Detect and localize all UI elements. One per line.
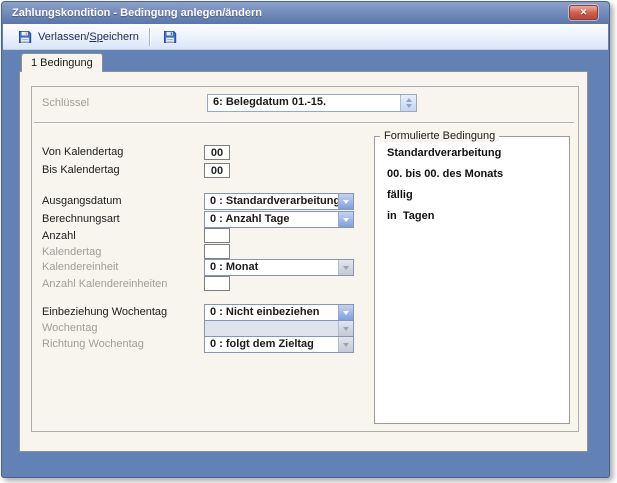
anzahl-label: Anzahl — [42, 230, 76, 242]
richtung-wochentag-label: Richtung Wochentag — [42, 338, 144, 350]
von-kalendertag-input[interactable] — [204, 145, 230, 160]
von-kalendertag-label: Von Kalendertag — [42, 146, 124, 158]
toolbar-separator — [148, 27, 150, 46]
ausgangsdatum-dropdown[interactable]: 0 : Standardverarbeitung — [204, 193, 354, 210]
chevron-down-icon — [338, 212, 353, 227]
kalendereinheit-dropdown: 0 : Monat — [204, 259, 354, 276]
wochentag-label: Wochentag — [42, 322, 98, 334]
tab-content-panel: Schlüssel 6: Belegdatum 01.-15. Von Kale… — [19, 71, 588, 452]
close-button[interactable]: ✕ — [569, 5, 598, 20]
spinner-button[interactable] — [400, 95, 416, 111]
kalendereinheit-label: Kalendereinheit — [42, 261, 119, 273]
titlebar: Zahlungskondition - Bedingung anlegen/än… — [2, 2, 609, 24]
exit-save-label: Verlassen/Speichern — [38, 30, 139, 43]
ausgangsdatum-label: Ausgangsdatum — [42, 195, 122, 207]
screen: Zahlungskondition - Bedingung anlegen/än… — [0, 0, 617, 483]
richtung-wochentag-value: 0 : folgt dem Zieltag — [210, 338, 314, 350]
bis-kalendertag-label: Bis Kalendertag — [42, 164, 120, 176]
ausgangsdatum-value: 0 : Standardverarbeitung — [210, 195, 338, 207]
berechnungsart-label: Berechnungsart — [42, 213, 120, 225]
app-window: Zahlungskondition - Bedingung anlegen/än… — [1, 1, 610, 478]
save-icon — [162, 29, 178, 45]
condition-line: in Tagen — [387, 210, 435, 222]
schluessel-combo[interactable]: 6: Belegdatum 01.-15. — [207, 94, 417, 112]
chevron-down-icon — [338, 321, 353, 336]
schluessel-value: 6: Belegdatum 01.-15. — [213, 96, 327, 108]
kalendertag-input[interactable] — [204, 244, 230, 259]
spinner-up-icon — [405, 98, 412, 102]
chevron-down-icon — [338, 260, 353, 275]
spinner-down-icon — [405, 104, 412, 108]
anzahl-kalendereinheiten-input[interactable] — [204, 276, 230, 291]
chevron-down-icon — [338, 305, 353, 320]
anzahl-input[interactable] — [204, 228, 230, 243]
exit-save-button[interactable]: Verlassen/Speichern — [11, 26, 145, 48]
save-icon — [17, 29, 33, 45]
separator-line — [34, 122, 574, 123]
einbeziehung-wochentag-label: Einbeziehung Wochentag — [42, 306, 168, 318]
berechnungsart-value: 0 : Anzahl Tage — [210, 213, 290, 225]
condition-line: fällig — [387, 189, 413, 201]
anzahl-kalendereinheiten-label: Anzahl Kalendereinheiten — [42, 278, 168, 290]
einbeziehung-wochentag-dropdown[interactable]: 0 : Nicht einbeziehen — [204, 304, 354, 321]
berechnungsart-dropdown[interactable]: 0 : Anzahl Tage — [204, 211, 354, 228]
condition-line: Standardverarbeitung — [387, 147, 502, 159]
richtung-wochentag-dropdown: 0 : folgt dem Zieltag — [204, 336, 354, 353]
kalendertag-label: Kalendertag — [42, 246, 102, 258]
kalendereinheit-value: 0 : Monat — [210, 261, 259, 273]
einbeziehung-wochentag-value: 0 : Nicht einbeziehen — [210, 306, 320, 318]
schluessel-label: Schlüssel — [42, 97, 90, 109]
formulierte-bedingung-title: Formulierte Bedingung — [380, 130, 500, 142]
chevron-down-icon — [338, 194, 353, 209]
condition-line: 00. bis 00. des Monats — [387, 168, 504, 180]
tab-bedingung[interactable]: 1 Bedingung — [21, 53, 103, 72]
wochentag-dropdown — [204, 320, 354, 337]
wochentag-value — [205, 321, 338, 336]
toolbar: Verlassen/Speichern — [3, 24, 608, 50]
formulierte-bedingung-group: Formulierte Bedingung Standardverarbeitu… — [374, 130, 570, 424]
window-title: Zahlungskondition - Bedingung anlegen/än… — [12, 7, 262, 19]
chevron-down-icon — [338, 337, 353, 352]
bis-kalendertag-input[interactable] — [204, 163, 230, 178]
save-button[interactable] — [156, 26, 184, 48]
close-icon: ✕ — [579, 7, 588, 17]
